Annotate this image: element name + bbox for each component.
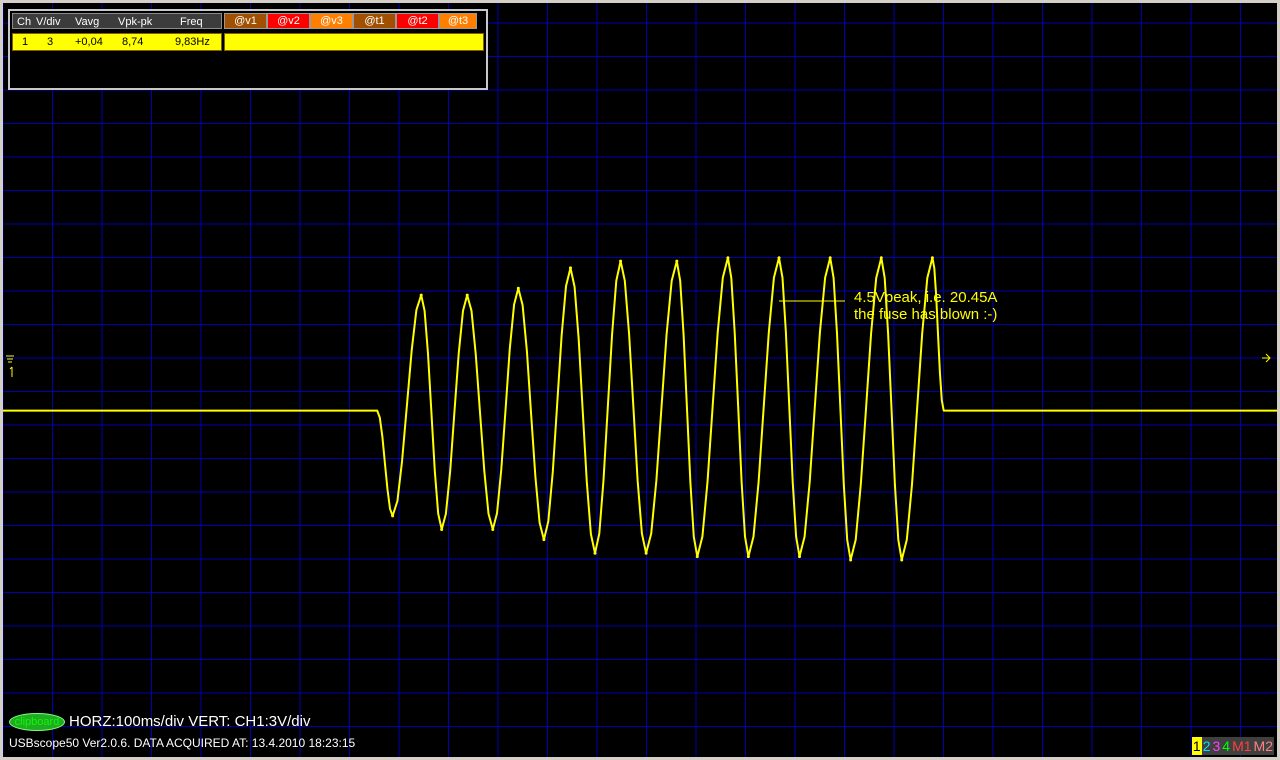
cursor-button-t1[interactable]: @t1: [353, 13, 396, 29]
peak-point: [516, 286, 520, 290]
channel-select-m1[interactable]: M1: [1231, 737, 1253, 755]
row-vdiv: 3: [47, 36, 54, 48]
row-vpkpk: 8,74: [122, 36, 144, 48]
peak-point: [828, 256, 832, 260]
peak-point: [419, 293, 423, 297]
channel-select-m2[interactable]: M2: [1252, 737, 1274, 755]
measurement-header: Ch V/div Vavg Vpk-pk Freq: [12, 13, 222, 29]
trough-points: [391, 514, 904, 562]
peak-point: [726, 256, 730, 260]
waveform-plot[interactable]: [3, 3, 1277, 757]
row-vavg: +0,04: [75, 36, 103, 48]
trough-point: [593, 551, 597, 555]
trough-point: [746, 555, 750, 559]
channel-selector: 1 2 3 4 M1 M2: [1191, 737, 1274, 755]
col-vpkpk: Vpk-pk: [118, 16, 153, 28]
channel-select-1[interactable]: 1: [1191, 737, 1202, 755]
trough-point: [440, 527, 444, 531]
trough-point: [491, 527, 495, 531]
col-ch: Ch: [17, 16, 32, 28]
ch1-cursor-values: [224, 33, 484, 51]
trigger-arrow-icon[interactable]: [1262, 353, 1271, 363]
ch1-trace: [3, 256, 1277, 561]
scope-display[interactable]: Ch V/div Vavg Vpk-pk Freq @v1 @v2 @v3 @t1 @t…: [3, 3, 1277, 757]
cursor-button-t3[interactable]: @t3: [439, 13, 477, 29]
cursor-button-v2[interactable]: @v2: [267, 13, 310, 29]
trough-point: [644, 551, 648, 555]
channel-select-4[interactable]: 4: [1221, 737, 1232, 755]
peak-point: [777, 256, 781, 260]
scale-readout: HORZ:100ms/div VERT: CH1:3V/div: [69, 713, 311, 730]
measurement-panel: Ch V/div Vavg Vpk-pk Freq @v1 @v2 @v3 @t1 @t…: [8, 9, 488, 90]
status-line: USBscope50 Ver2.0.6. DATA ACQUIRED AT: 1…: [9, 736, 356, 750]
grid: [3, 3, 1277, 757]
peak-point: [619, 259, 623, 263]
col-vavg: Vavg: [75, 16, 100, 28]
row-freq: 9,83Hz: [175, 36, 210, 48]
channel-select-2[interactable]: 2: [1201, 737, 1212, 755]
annotation-line-2: the fuse has blown :-): [854, 306, 998, 323]
cursor-button-v3[interactable]: @v3: [310, 13, 353, 29]
peak-point: [879, 256, 883, 260]
peak-point: [465, 293, 469, 297]
cursor-button-v1[interactable]: @v1: [224, 13, 267, 29]
clipboard-button[interactable]: clipboard: [9, 713, 65, 731]
ground-marker-icon[interactable]: [6, 355, 14, 377]
peak-point: [930, 256, 934, 260]
trough-point: [695, 555, 699, 559]
col-freq: Freq: [180, 16, 203, 28]
trough-point: [542, 538, 546, 542]
trough-point: [900, 558, 904, 562]
trough-point: [391, 514, 395, 518]
row-ch: 1: [22, 36, 29, 48]
col-vdiv: V/div: [36, 16, 61, 28]
peak-point: [675, 259, 679, 263]
trough-point: [797, 555, 801, 559]
ch1-measurement-row[interactable]: 1 3 +0,04 8,74 9,83Hz: [12, 33, 222, 51]
cursor-button-t2[interactable]: @t2: [396, 13, 439, 29]
trough-point: [849, 558, 853, 562]
peak-point: [568, 266, 572, 270]
channel-select-3[interactable]: 3: [1211, 737, 1222, 755]
